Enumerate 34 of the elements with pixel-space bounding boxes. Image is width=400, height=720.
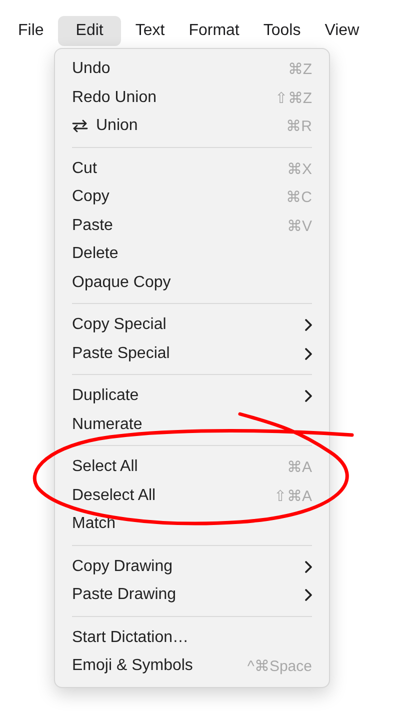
menu-item[interactable]: Delete bbox=[55, 240, 329, 268]
menu-bar-item[interactable]: Format bbox=[178, 16, 250, 46]
menu-bar-item[interactable]: View bbox=[314, 16, 370, 46]
shortcut-label: ⌘V bbox=[286, 216, 312, 235]
shortcut-label: ⇧⌘A bbox=[274, 486, 312, 505]
menu-item[interactable]: Select All ⌘A bbox=[55, 453, 329, 482]
menu-bar-item[interactable]: Text bbox=[125, 16, 175, 46]
shortcut-label: ⌘C bbox=[286, 188, 312, 206]
menu-bar-item[interactable]: File bbox=[8, 16, 54, 46]
menu-item[interactable]: Paste ⌘V bbox=[55, 212, 329, 240]
menu-item[interactable]: Start Dictation… bbox=[55, 624, 329, 652]
menu-item[interactable]: Redo Union ⇧⌘Z bbox=[55, 84, 329, 112]
menu-item[interactable]: Paste Special bbox=[55, 340, 329, 368]
shortcut-label: ⌘X bbox=[286, 160, 312, 178]
menu-item[interactable]: Duplicate bbox=[55, 382, 329, 410]
shortcut-label: ⌘Z bbox=[288, 60, 312, 78]
menu-item[interactable]: Match bbox=[55, 510, 329, 538]
menu-bar-item[interactable]: Edit bbox=[58, 16, 122, 46]
menu-item[interactable]: Copy Special bbox=[55, 311, 329, 340]
menu-item[interactable]: Copy ⌘C bbox=[55, 183, 329, 212]
shortcut-label: ⌘R bbox=[286, 117, 312, 136]
menu-item[interactable]: Undo ⌘Z bbox=[55, 55, 329, 84]
menu-item[interactable]: Copy Drawing bbox=[55, 552, 329, 581]
menu-item[interactable]: Cut ⌘X bbox=[55, 154, 329, 183]
menu-item[interactable]: Emoji & Symbols ^⌘Space bbox=[55, 652, 329, 680]
menu-item[interactable]: Deselect All ⇧⌘A bbox=[55, 482, 329, 510]
menu-item[interactable]: Opaque Copy bbox=[55, 268, 329, 297]
shortcut-label: ⌘A bbox=[286, 458, 312, 476]
menu-bar-item[interactable]: Tools bbox=[253, 16, 311, 46]
menu-item[interactable]: Numerate bbox=[55, 410, 329, 439]
menu-item[interactable]: Paste Drawing bbox=[55, 581, 329, 610]
shortcut-label: ⇧⌘Z bbox=[274, 88, 312, 107]
menu-item[interactable]: Union ⌘R bbox=[55, 112, 329, 140]
shortcut-label: ^⌘Space bbox=[247, 657, 312, 676]
